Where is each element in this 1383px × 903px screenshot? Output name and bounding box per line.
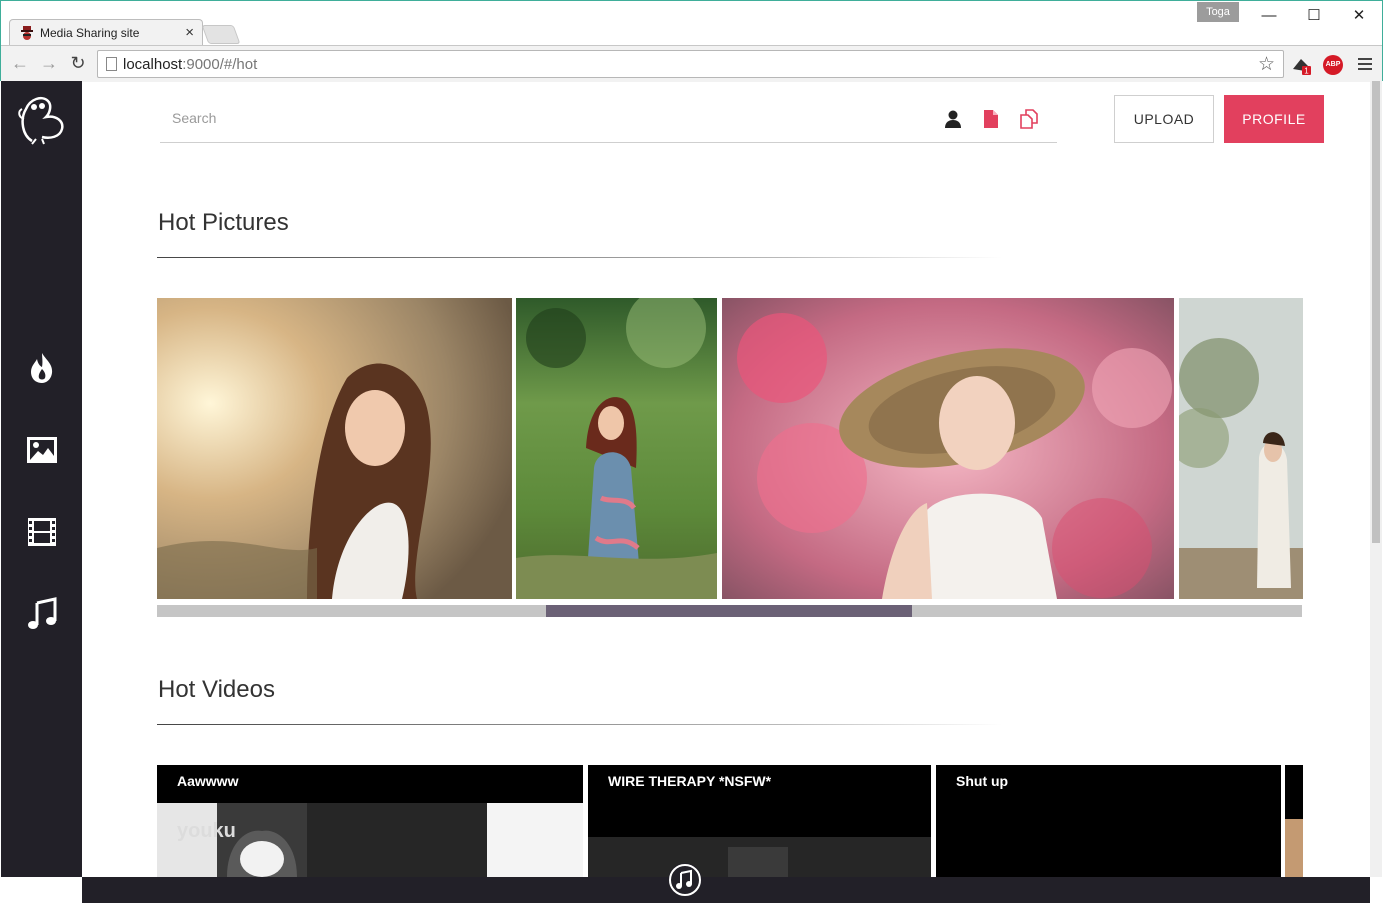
tab-close-button[interactable]: × xyxy=(185,24,194,41)
svg-text:1: 1 xyxy=(1304,67,1309,76)
bookmark-star-icon[interactable]: ☆ xyxy=(1258,53,1275,76)
svg-text:youku: youku xyxy=(177,820,236,842)
picture-icon[interactable] xyxy=(25,433,59,467)
music-player-bar xyxy=(82,863,1370,903)
hot-pictures-heading: Hot Pictures xyxy=(158,209,289,236)
page-scroll-thumb[interactable] xyxy=(1372,81,1380,543)
reload-button[interactable]: ↻ xyxy=(66,51,90,75)
video-title: Aawwww xyxy=(177,773,239,789)
file-filter-icon[interactable] xyxy=(981,109,1001,129)
browser-tab[interactable]: Media Sharing site × xyxy=(9,19,203,46)
picture-thumbnail[interactable] xyxy=(1179,298,1303,599)
picture-thumbnail[interactable] xyxy=(722,298,1174,599)
browser-toolbar: ← → ↻ localhost:9000/#/hot ☆ 1 ABP xyxy=(1,45,1382,82)
picture-image xyxy=(722,298,1174,599)
upload-button[interactable]: UPLOAD xyxy=(1114,95,1214,143)
music-player-icon[interactable] xyxy=(668,863,702,897)
browser-profile-badge[interactable]: Toga xyxy=(1197,2,1239,22)
video-thumbnail: youku xyxy=(157,803,583,877)
picture-image xyxy=(1179,298,1303,599)
video-title: Shut up xyxy=(956,773,1009,789)
hot-videos-heading: Hot Videos xyxy=(158,676,275,703)
video-title: WIRE THERAPY *NSFW* xyxy=(608,773,772,789)
new-tab-button[interactable] xyxy=(201,25,241,44)
section-divider xyxy=(157,257,1002,258)
picture-image xyxy=(157,298,512,599)
minimize-button[interactable]: — xyxy=(1254,5,1284,27)
adblock-icon[interactable]: ABP xyxy=(1323,55,1343,75)
main-content: UPLOAD PROFILE Hot Pictures xyxy=(82,81,1370,877)
profile-button[interactable]: PROFILE xyxy=(1224,95,1324,143)
user-filter-icon[interactable] xyxy=(943,109,963,129)
video-card[interactable]: Aawwww youku xyxy=(157,765,583,877)
video-card[interactable]: Shut up xyxy=(936,765,1281,877)
music-icon[interactable] xyxy=(25,597,59,631)
video-thumbnail xyxy=(588,837,931,877)
multi-file-filter-icon[interactable] xyxy=(1019,109,1039,129)
address-bar[interactable]: localhost:9000/#/hot ☆ xyxy=(97,50,1284,78)
picture-thumbnail[interactable] xyxy=(157,298,512,599)
section-divider xyxy=(157,724,1002,725)
browser-chrome: Media Sharing site × Toga — ☐ ✕ ← → ↻ lo… xyxy=(0,0,1383,82)
forward-button[interactable]: → xyxy=(37,51,61,75)
video-card[interactable]: WIRE THERAPY *NSFW* xyxy=(588,765,931,877)
maximize-button[interactable]: ☐ xyxy=(1299,5,1329,27)
carousel-scroll-thumb[interactable] xyxy=(546,605,912,617)
web-page: UPLOAD PROFILE Hot Pictures xyxy=(1,81,1382,903)
title-bar: Media Sharing site × Toga — ☐ ✕ xyxy=(1,1,1382,46)
video-card[interactable] xyxy=(1285,765,1303,877)
picture-image xyxy=(516,298,717,599)
page-icon xyxy=(106,57,117,71)
browser-menu-icon[interactable] xyxy=(1358,55,1372,73)
search-input[interactable] xyxy=(160,95,920,141)
logo-icon[interactable] xyxy=(16,89,68,145)
carousel-scrollbar[interactable] xyxy=(157,605,1302,617)
close-window-button[interactable]: ✕ xyxy=(1344,5,1374,27)
favicon-icon xyxy=(21,26,33,40)
tab-title: Media Sharing site xyxy=(40,26,140,40)
fire-icon[interactable] xyxy=(25,351,59,385)
page-scrollbar[interactable] xyxy=(1370,81,1382,877)
back-button[interactable]: ← xyxy=(8,51,32,75)
extension-icon[interactable]: 1 xyxy=(1291,55,1311,75)
sidebar xyxy=(1,81,82,877)
search-bar xyxy=(160,95,1057,143)
film-icon[interactable] xyxy=(25,515,59,549)
url-text[interactable]: localhost:9000/#/hot xyxy=(123,56,257,73)
picture-thumbnail[interactable] xyxy=(516,298,717,599)
